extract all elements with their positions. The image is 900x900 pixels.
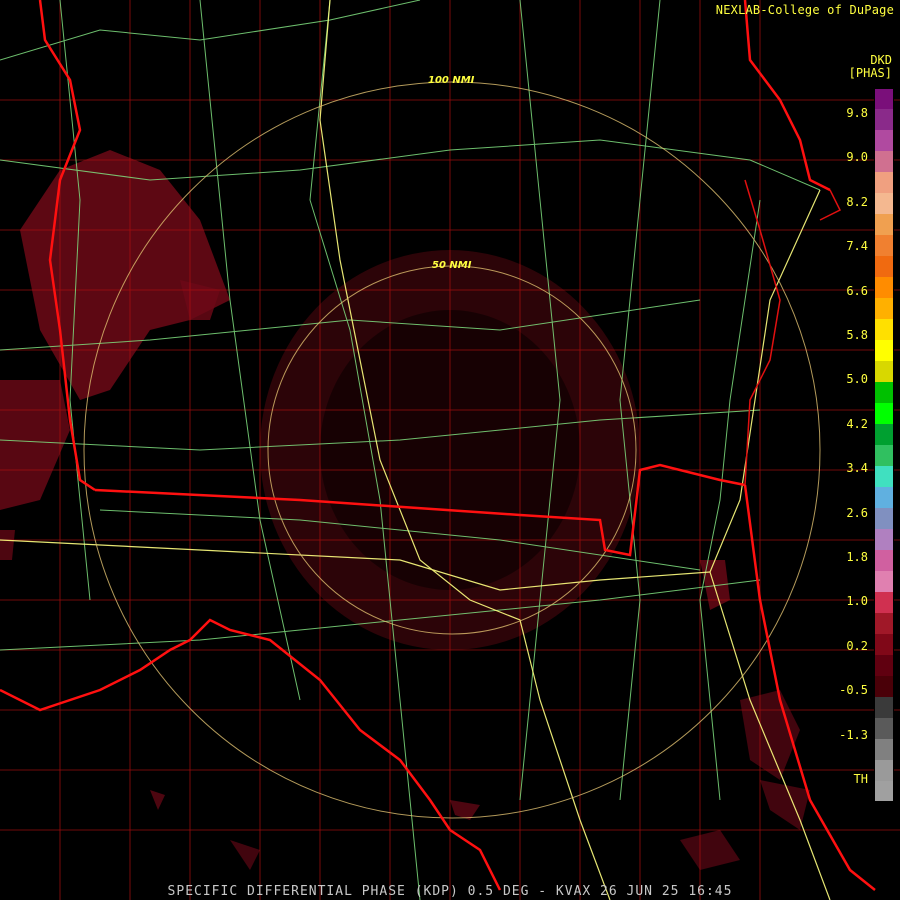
legend-swatch bbox=[874, 382, 894, 404]
color-legend-bar bbox=[874, 88, 894, 802]
legend-swatch bbox=[874, 88, 894, 110]
legend-swatch bbox=[874, 739, 894, 761]
legend-swatch bbox=[874, 319, 894, 341]
legend-tick-label: -1.3 bbox=[839, 727, 868, 742]
legend-tick-label: 5.0 bbox=[846, 372, 868, 387]
credit-text: NEXLAB-College of DuPage bbox=[715, 3, 894, 17]
legend-units: DKD [PHAS] bbox=[822, 54, 892, 80]
legend-swatch bbox=[874, 277, 894, 299]
legend-tick-label: 2.6 bbox=[846, 505, 868, 520]
legend-swatch bbox=[874, 529, 894, 551]
ring-label-50: 50 NMI bbox=[432, 260, 472, 271]
legend-swatch bbox=[874, 151, 894, 173]
legend-tick-label: 0.2 bbox=[846, 638, 868, 653]
legend-tick-label: 8.2 bbox=[846, 194, 868, 209]
legend-tick-label: 9.8 bbox=[846, 106, 868, 120]
legend-swatch bbox=[874, 508, 894, 530]
legend-swatch bbox=[874, 550, 894, 572]
legend-swatch bbox=[874, 214, 894, 236]
legend-tick-label: 5.8 bbox=[846, 328, 868, 342]
legend-swatch bbox=[874, 235, 894, 257]
legend-swatch bbox=[874, 592, 894, 614]
legend-tick-label: -0.5 bbox=[839, 683, 868, 698]
legend-swatch bbox=[874, 109, 894, 131]
product-caption: SPECIFIC DIFFERENTIAL PHASE (KDP) 0.5 DE… bbox=[167, 884, 733, 899]
legend-swatch bbox=[874, 424, 894, 446]
ring-label-100: 100 NMI bbox=[428, 75, 475, 86]
legend-swatch bbox=[874, 487, 894, 509]
legend-swatch bbox=[874, 256, 894, 278]
legend-swatch bbox=[874, 361, 894, 383]
legend-swatch bbox=[874, 298, 894, 320]
legend-units-line2: [PHAS] bbox=[848, 66, 892, 80]
legend-swatch bbox=[874, 193, 894, 215]
legend-tick-label: TH bbox=[853, 772, 868, 786]
legend-swatch bbox=[874, 340, 894, 362]
radar-map: 100 NMI 50 NMI bbox=[0, 0, 900, 900]
legend-swatch bbox=[874, 571, 894, 593]
legend-swatch bbox=[874, 655, 894, 677]
legend-swatch bbox=[874, 718, 894, 740]
legend-tick-label: 6.6 bbox=[846, 283, 868, 298]
legend-tick-label: 4.2 bbox=[846, 416, 868, 431]
legend-tick-label: 7.4 bbox=[846, 239, 868, 254]
legend-swatch bbox=[874, 676, 894, 698]
legend-tick-label: 1.8 bbox=[846, 550, 868, 564]
legend-tick-label: 1.0 bbox=[846, 594, 868, 609]
legend-swatch bbox=[874, 466, 894, 488]
legend-swatch bbox=[874, 613, 894, 635]
legend-swatch bbox=[874, 172, 894, 194]
legend-swatch bbox=[874, 634, 894, 656]
legend-swatch bbox=[874, 781, 894, 802]
legend-tick-label: 9.0 bbox=[846, 150, 868, 165]
legend-swatch bbox=[874, 130, 894, 152]
legend-swatch bbox=[874, 760, 894, 782]
legend-swatch bbox=[874, 697, 894, 719]
legend-swatch bbox=[874, 403, 894, 425]
legend-swatch bbox=[874, 445, 894, 467]
legend-tick-label: 3.4 bbox=[846, 461, 868, 476]
